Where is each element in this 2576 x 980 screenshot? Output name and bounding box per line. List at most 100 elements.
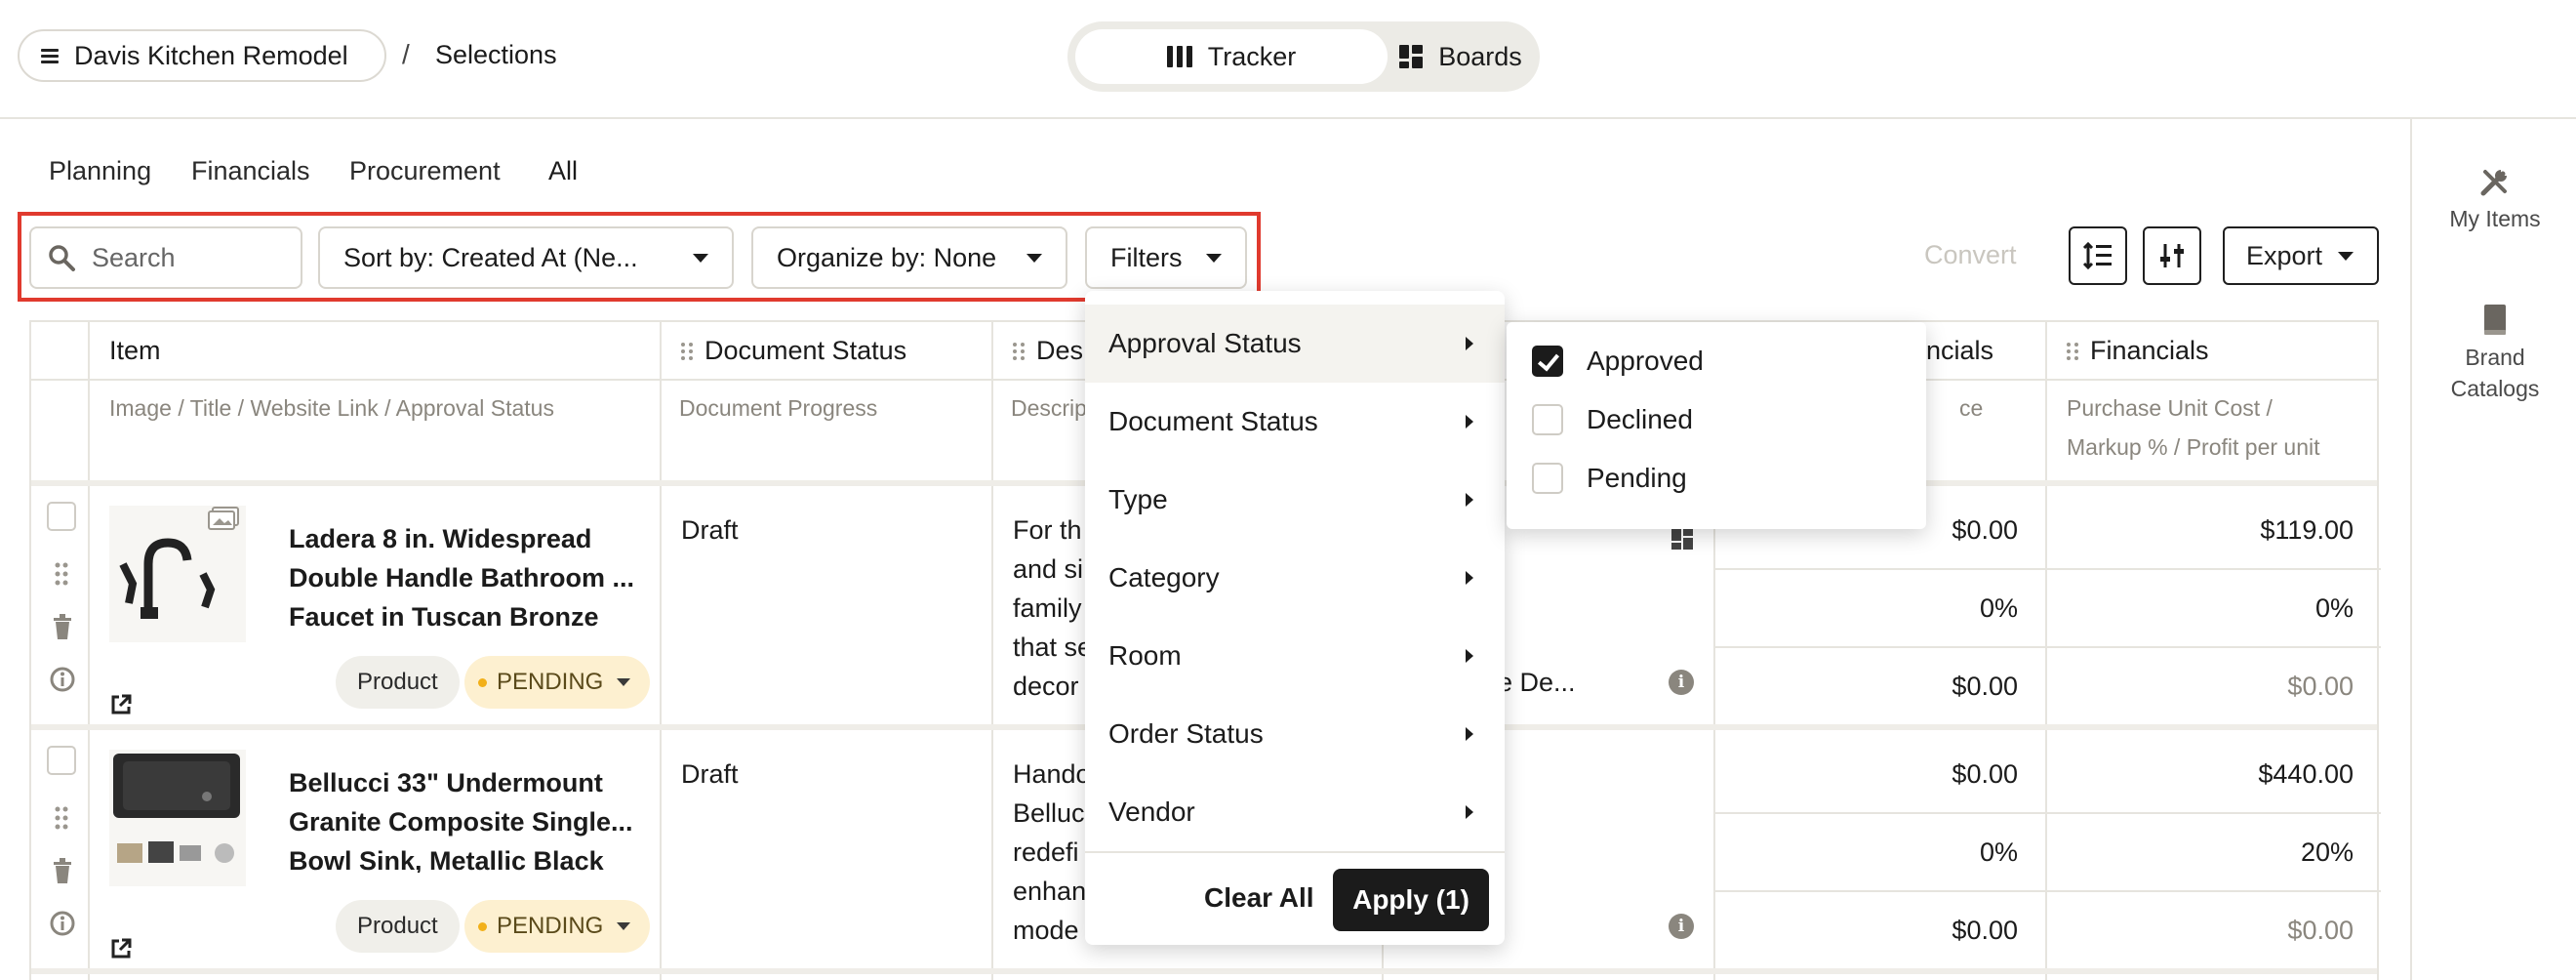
filters-label: Filters [1110, 242, 1183, 272]
pending-label: Pending [1587, 463, 1687, 493]
filters-dropdown[interactable]: Filters [1085, 226, 1247, 289]
markup-percent: 20% [2300, 837, 2354, 867]
info-circle-icon[interactable] [49, 910, 76, 937]
filter-order-status[interactable]: Order Status [1085, 695, 1505, 773]
approved-option[interactable]: Approved [1532, 346, 1704, 377]
external-link-icon[interactable] [109, 937, 133, 960]
description-line: Belluc [1013, 798, 1085, 828]
document-status: Draft [681, 515, 739, 545]
info-circle-icon[interactable] [49, 666, 76, 693]
header-financials-partial[interactable]: ncials [1926, 336, 1993, 366]
filter-document-status[interactable]: Document Status [1085, 383, 1505, 461]
sort-label: Sort by: Created At (Ne... [343, 242, 638, 272]
drag-handle-icon[interactable] [681, 342, 693, 360]
approval-status-submenu: Approved Declined Pending [1507, 322, 1926, 529]
brand-catalogs-label-2: Catalogs [2450, 376, 2540, 401]
brand-catalogs-button[interactable]: Brand Catalogs [2412, 303, 2576, 404]
header-financials-label: Financials [2090, 336, 2209, 365]
drag-handle-icon[interactable] [2067, 342, 2078, 360]
declined-checkbox[interactable] [1532, 404, 1563, 435]
trash-icon[interactable] [51, 613, 74, 640]
purchase-unit-cost: $440.00 [2258, 759, 2354, 789]
search-placeholder: Search [92, 242, 176, 272]
info-icon[interactable]: i [1669, 670, 1694, 695]
filter-approval-status[interactable]: Approval Status [1085, 305, 1505, 383]
financial-value: 0% [1979, 837, 2018, 867]
profit-per-unit: $0.00 [2287, 916, 2354, 945]
pending-option[interactable]: Pending [1532, 463, 1687, 494]
caret-down-icon [2338, 251, 2355, 261]
hamburger-icon [41, 49, 59, 63]
info-icon[interactable]: i [1669, 914, 1694, 939]
financial-value: 0% [1979, 593, 2018, 623]
boards-icon[interactable] [1670, 527, 1694, 551]
search-input[interactable]: Search [29, 226, 302, 289]
filter-vendor[interactable]: Vendor [1085, 773, 1505, 851]
header-description[interactable]: Des [1013, 336, 1083, 366]
header-item[interactable]: Item [109, 336, 161, 366]
caret-down-icon [1026, 253, 1042, 263]
financial-value: $0.00 [1952, 515, 2018, 545]
approved-checkbox[interactable] [1532, 346, 1563, 377]
profit-per-unit: $0.00 [2287, 672, 2354, 701]
apply-button[interactable]: Apply (1) [1333, 869, 1489, 931]
tab-procurement[interactable]: Procurement [349, 156, 501, 186]
project-name: Davis Kitchen Remodel [74, 40, 348, 70]
export-button[interactable]: Export [2223, 226, 2379, 285]
caret-right-icon [1466, 649, 1473, 663]
caret-down-icon [617, 922, 631, 930]
caret-right-icon [1466, 805, 1473, 819]
external-link-icon[interactable] [109, 693, 133, 716]
description-line: that se [1013, 633, 1093, 662]
declined-label: Declined [1587, 404, 1693, 434]
header-document-status[interactable]: Document Status [681, 336, 906, 366]
filter-item-label: Room [1108, 640, 1182, 671]
caret-right-icon [1466, 727, 1473, 741]
drag-handle-icon[interactable] [1013, 342, 1025, 360]
approved-label: Approved [1587, 346, 1704, 376]
trash-icon[interactable] [51, 857, 74, 884]
filter-item-label: Order Status [1108, 718, 1264, 749]
filter-category[interactable]: Category [1085, 539, 1505, 617]
boards-icon [1399, 45, 1424, 68]
declined-option[interactable]: Declined [1532, 404, 1693, 435]
tab-all[interactable]: All [548, 156, 578, 186]
subheader-financials-2: Markup % / Profit per unit [2067, 434, 2320, 460]
sort-dropdown[interactable]: Sort by: Created At (Ne... [318, 226, 734, 289]
drag-handle-icon[interactable] [53, 560, 70, 588]
row-height-button[interactable] [2069, 226, 2127, 285]
financial-value: $0.00 [1952, 672, 2018, 701]
boards-view-button[interactable]: Boards [1388, 29, 1534, 84]
caret-down-icon [1206, 253, 1222, 263]
approval-status-dropdown[interactable]: PENDING [464, 900, 651, 953]
description-line: decor [1013, 672, 1079, 701]
description-line: Hando [1013, 759, 1091, 789]
header-financials[interactable]: Financials [2067, 336, 2209, 366]
drag-handle-icon[interactable] [53, 804, 70, 832]
tab-planning[interactable]: Planning [49, 156, 151, 186]
filter-room[interactable]: Room [1085, 617, 1505, 695]
subheader-financials-partial: ce [1959, 395, 1984, 421]
row-checkbox[interactable] [47, 746, 76, 775]
column-settings-button[interactable] [2143, 226, 2201, 285]
description-line: and si [1013, 554, 1084, 584]
status-dot [478, 677, 487, 687]
item-title-link[interactable]: Ladera 8 in. Widespread Double Handle Ba… [289, 519, 640, 629]
row-checkbox[interactable] [47, 502, 76, 531]
approval-status-dropdown[interactable]: PENDING [464, 656, 651, 709]
convert-button[interactable]: Convert [1924, 240, 2017, 270]
header-description-label: Des [1036, 336, 1084, 365]
pending-checkbox[interactable] [1532, 463, 1563, 494]
filter-type[interactable]: Type [1085, 461, 1505, 539]
gallery-icon[interactable] [207, 506, 240, 531]
type-badge: Product [336, 656, 460, 709]
status-label: PENDING [497, 669, 604, 695]
clear-all-button[interactable]: Clear All [1204, 882, 1314, 914]
project-selector[interactable]: Davis Kitchen Remodel [18, 29, 386, 82]
my-items-button[interactable]: My Items [2412, 164, 2576, 234]
organize-dropdown[interactable]: Organize by: None [751, 226, 1067, 289]
item-title-link[interactable]: Bellucci 33" Undermount Granite Composit… [289, 763, 640, 873]
tracker-view-button[interactable]: Tracker [1075, 29, 1388, 84]
tab-financials[interactable]: Financials [191, 156, 310, 186]
description-line: mode [1013, 916, 1079, 945]
